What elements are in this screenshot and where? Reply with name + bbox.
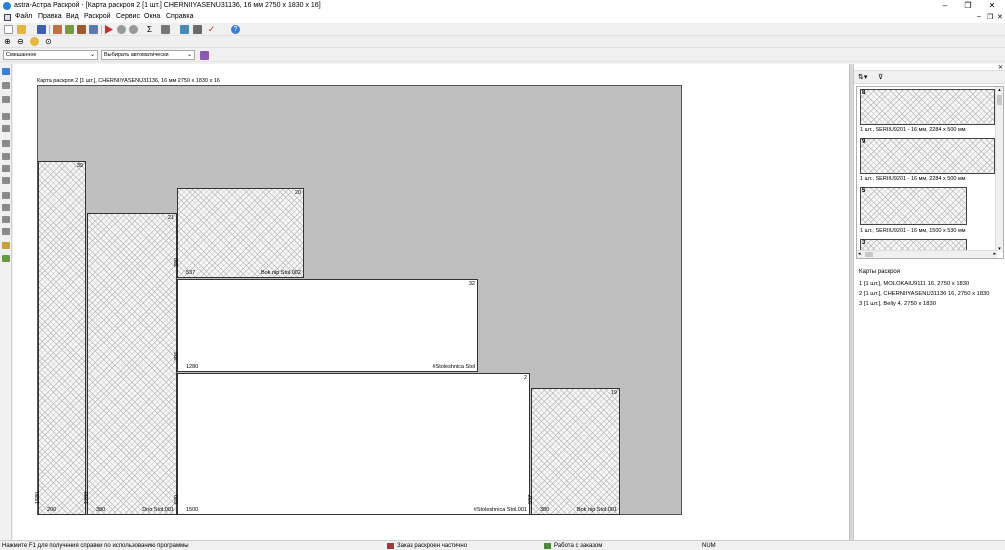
status-work: Работа с заказом [554,543,603,549]
scrollbar-thumb[interactable] [997,95,1002,105]
sheets-list-title: Карты раскроя [859,269,900,275]
redo-icon[interactable] [129,25,138,34]
align-left-icon[interactable] [2,113,10,120]
list-item[interactable]: 8 [860,89,995,125]
document-icon[interactable] [4,14,11,21]
menu-view[interactable]: Вид [66,13,79,20]
zoom-fit-icon[interactable]: ⊙ [45,37,54,46]
part-32[interactable]: 32 396 1280 #Stoleshnica Stol [174,279,478,372]
zoom-toolbar: ⊕ ⊖ ⊙ [0,36,1005,48]
filter-icon[interactable]: ⊽ [878,73,883,81]
new-file-icon[interactable] [4,25,13,34]
window-title: astra-Астра Раскрой - [Карта раскроя 2 [… [14,2,321,9]
close-button[interactable]: ✕ [987,1,997,11]
menu-cutting[interactable]: Раскрой [84,13,111,20]
title-bar: astra-Астра Раскрой - [Карта раскроя 2 [… [0,0,1005,12]
align-right-icon[interactable] [2,125,10,132]
undo-icon[interactable] [117,25,126,34]
scroll-up-icon[interactable]: ▴ [996,87,1003,93]
minimize-button[interactable]: – [940,1,950,11]
cut-icon[interactable] [2,82,10,89]
status-num: NUM [702,543,716,549]
sheet-list-item[interactable]: 3 [1 шт.], Beliy 4, 2750 x 1830 [859,301,936,307]
move-part-icon[interactable] [2,96,10,103]
details-icon[interactable] [65,25,74,34]
open-folder-icon[interactable] [17,25,26,34]
zoom-out-icon[interactable]: ⊖ [17,37,26,46]
doc-close-icon[interactable]: ✕ [997,13,1003,21]
stack-right-icon[interactable] [2,228,10,235]
menu-windows[interactable]: Окна [144,13,160,20]
report-icon[interactable] [2,255,10,262]
part-19[interactable]: 19 537 380 Bok nip Stol.001 [528,388,620,515]
scroll-down-icon[interactable]: ▾ [996,246,1003,252]
work-status-icon [544,543,551,549]
menu-edit[interactable]: Правка [38,13,62,20]
menu-file[interactable]: Файл [15,13,32,20]
doc-restore-icon[interactable]: ❐ [987,13,993,21]
part-21[interactable]: 21 1280 380 Dno Stol.001 [84,213,177,515]
maximize-button[interactable]: ❐ [963,1,973,11]
scrollbar-thumb[interactable] [865,252,873,257]
select-pointer-icon[interactable] [2,68,10,75]
grid-icon[interactable] [161,25,170,34]
scroll-right-icon[interactable]: ▸ [993,251,996,257]
list-item[interactable]: 9 [860,138,995,174]
left-toolbar [0,64,12,540]
save-icon[interactable] [37,25,46,34]
sort-icon[interactable]: ⇅▾ [858,73,867,81]
order-status-icon [387,543,394,549]
distribute-v-icon[interactable] [2,177,10,184]
combo-toolbar: Смешанное ⌄ Выбирать автоматически ⌄ [0,48,1005,62]
menu-bar: Файл Правка Вид Раскрой Сервис Окна Спра… [0,12,1005,23]
list-item[interactable]: 5 [860,187,967,225]
part-2[interactable]: 2 600 1500 #Stoleshnica Stol.001 [174,373,530,515]
edges-icon[interactable] [77,25,86,34]
app-icon [3,2,11,10]
main-toolbar: Σ ✓ ? [0,23,1005,36]
sheet-label: Карта раскроя 2 [1 шт.], CHERNIIYASENU31… [37,78,220,84]
status-bar: Нажмите F1 для получения справки по испо… [0,540,1005,550]
print-icon[interactable] [193,25,202,34]
menu-help[interactable]: Справка [166,13,193,20]
part-20[interactable]: 20 380 537 Bok nip Stol.002 [174,188,304,278]
stack-left-icon[interactable] [2,216,10,223]
pan-hand-icon[interactable] [30,37,39,46]
export-icon[interactable] [2,242,10,249]
part-39[interactable]: 39 1580 200 [35,161,86,515]
check-icon[interactable]: ✓ [207,25,216,34]
sheet-list-item[interactable]: 1 [1 шт.], MOLOKAIU9111 16, 2750 x 1830 [859,281,969,287]
status-order: Заказ раскроен частично [397,543,468,549]
material-combo[interactable]: Смешанное ⌄ [3,50,98,60]
parts-thumbnail-list[interactable]: 8 1 шт., SERIIU9201 - 16 мм, 2284 x 500 … [856,86,1004,259]
sheet[interactable]: 39 1580 200 21 1280 380 Dno Stol.001 20 … [35,85,682,515]
settings-icon[interactable] [200,51,209,60]
stack-up-icon[interactable] [2,192,10,199]
sum-icon[interactable]: Σ [145,25,154,34]
stack-down-icon[interactable] [2,204,10,211]
help-icon[interactable]: ? [231,25,240,34]
right-panel: ✕ ⇅▾ ⊽ 8 1 шт., SERIIU9201 - 16 мм, 2284… [853,64,1005,540]
align-bottom-icon[interactable] [2,153,10,160]
vertical-scrollbar[interactable]: ▴ ▾ [995,87,1003,252]
status-help-text: Нажмите F1 для получения справки по испо… [2,543,189,549]
sheet-list-item[interactable]: 2 [1 шт.], CHERNIIYASENU31136 16, 2750 x… [859,291,990,297]
mode-combo[interactable]: Выбирать автоматически ⌄ [101,50,195,60]
scroll-left-icon[interactable]: ◂ [858,251,861,257]
parts-panel-toolbar: ⇅▾ ⊽ [854,70,1005,84]
doc-minimize-icon[interactable]: – [977,13,981,20]
run-cutting-icon[interactable] [104,25,113,34]
order-icon[interactable] [89,25,98,34]
chevron-down-icon: ⌄ [89,52,95,58]
menu-service[interactable]: Сервис [116,13,140,20]
distribute-h-icon[interactable] [2,165,10,172]
print-preview-icon[interactable] [180,25,189,34]
zoom-in-icon[interactable]: ⊕ [4,37,13,46]
materials-icon[interactable] [53,25,62,34]
align-top-icon[interactable] [2,140,10,147]
horizontal-scrollbar[interactable]: ◂ ▸ [857,250,997,258]
chevron-down-icon: ⌄ [186,52,192,58]
